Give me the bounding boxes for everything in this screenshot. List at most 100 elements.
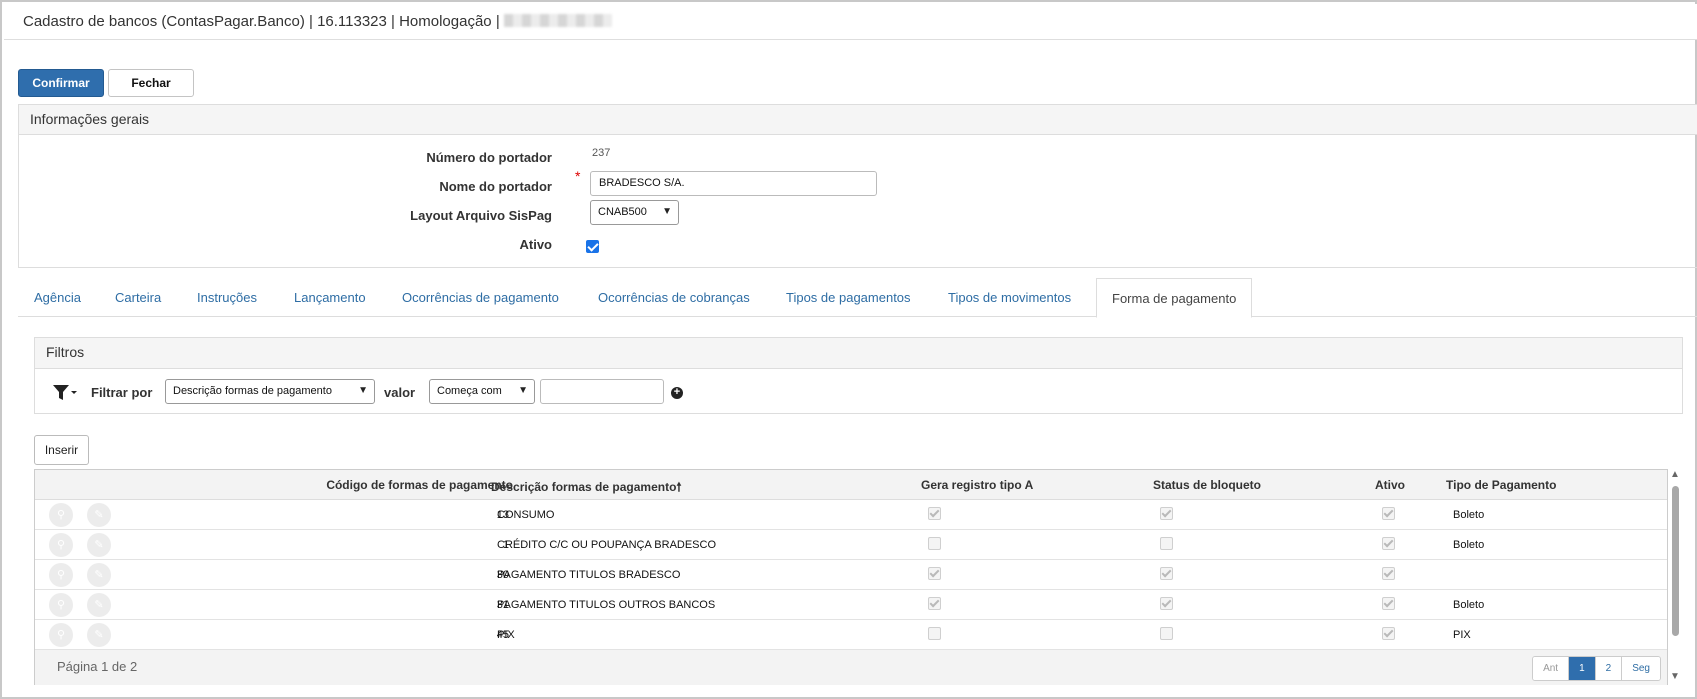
cell-description: CONSUMO [497,509,555,521]
app-window: Cadastro de bancos (ContasPagar.Banco) |… [0,0,1697,699]
payment-forms-grid: Código de formas de pagamento Descrição … [34,469,1668,685]
pagination: Ant 1 2 Seg [1532,656,1661,681]
layout-label: Layout Arquivo SisPag [410,208,552,223]
scroll-down-icon[interactable]: ▼ [1670,671,1680,682]
edit-icon[interactable]: ✎ [87,593,111,617]
cell-ativo-checkbox [1382,627,1395,640]
col-ativo-header[interactable]: Ativo [1375,478,1405,492]
scroll-up-icon[interactable]: ▲ [1670,469,1680,480]
value-label: valor [384,385,416,400]
table-row[interactable]: ⚲ ✎ 13 CONSUMO Boleto [35,500,1667,530]
portador-name-label: Nome do portador [439,179,552,194]
pager-page-1[interactable]: 1 [1569,657,1596,680]
cell-gera-registro-checkbox [928,627,941,640]
tab-bar: Agência Carteira Instruções Lançamento O… [18,278,1697,318]
tab-carteira[interactable]: Carteira [115,278,161,317]
chevron-down-icon: ▼ [662,206,672,217]
chevron-down-icon: ▼ [358,385,368,396]
general-info-heading: Informações gerais [19,105,1697,135]
cell-gera-registro-checkbox [928,597,941,610]
view-icon[interactable]: ⚲ [49,623,73,647]
table-row[interactable]: ⚲ ✎ 45 PIX PIX [35,620,1667,650]
grid-scrollbar[interactable]: ▲ ▼ [1668,469,1682,685]
cell-description: PAGAMENTO TITULOS OUTROS BANCOS [497,599,716,611]
col-code-header[interactable]: Código de formas de pagamento [326,478,513,492]
cell-ativo-checkbox [1382,507,1395,520]
filter-icon[interactable] [52,384,78,401]
tab-agencia[interactable]: Agência [34,278,81,317]
confirm-button[interactable]: Confirmar [18,69,104,97]
edit-icon[interactable]: ✎ [87,563,111,587]
view-icon[interactable]: ⚲ [49,563,73,587]
tab-forma-pagamento[interactable]: Forma de pagamento [1096,278,1253,318]
grid-header: Código de formas de pagamento Descrição … [35,470,1667,500]
table-row[interactable]: ⚲ ✎ 31 PAGAMENTO TITULOS OUTROS BANCOS B… [35,590,1667,620]
edit-icon[interactable]: ✎ [87,533,111,557]
layout-select-value: CNAB500 [598,206,647,218]
filter-row: Filtrar por Descrição formas de pagament… [35,369,1682,415]
col-tipo-pagamento-header[interactable]: Tipo de Pagamento [1446,478,1556,492]
cell-tipo-pagamento: Boleto [1453,539,1485,551]
filter-field-select[interactable]: Descrição formas de pagamento ▼ [165,379,375,404]
cell-tipo-pagamento: Boleto [1453,509,1485,521]
filters-heading: Filtros [35,338,1682,369]
cell-status-bloqueto-checkbox [1160,597,1173,610]
add-filter-icon[interactable]: + [671,387,683,399]
pager-next[interactable]: Seg [1622,657,1660,680]
sort-asc-icon: 🠕 [676,480,682,494]
table-row[interactable]: ⚲ ✎ 30 PAGAMENTO TITULOS BRADESCO [35,560,1667,590]
cell-ativo-checkbox [1382,537,1395,550]
filter-operator-value: Começa com [437,385,502,397]
insert-button[interactable]: Inserir [34,435,89,465]
active-label: Ativo [519,237,553,252]
close-button[interactable]: Fechar [108,69,194,97]
chevron-down-icon: ▼ [518,385,528,396]
cell-gera-registro-checkbox [928,567,941,580]
filters-panel: Filtros Filtrar por Descrição formas de … [34,337,1683,414]
view-icon[interactable]: ⚲ [49,533,73,557]
view-icon[interactable]: ⚲ [49,503,73,527]
cell-status-bloqueto-checkbox [1160,627,1173,640]
portador-name-input[interactable]: BRADESCO S/A. [590,171,877,196]
view-icon[interactable]: ⚲ [49,593,73,617]
active-checkbox[interactable] [586,240,599,253]
redacted-environment [503,14,612,27]
required-indicator: * [575,168,581,184]
filter-operator-select[interactable]: Começa com ▼ [429,379,535,404]
edit-icon[interactable]: ✎ [87,503,111,527]
scroll-thumb[interactable] [1672,486,1679,636]
cell-tipo-pagamento: PIX [1453,629,1471,641]
col-description-label: Descrição formas de pagamento [491,480,677,494]
cell-ativo-checkbox [1382,597,1395,610]
filter-field-value: Descrição formas de pagamento [173,385,332,397]
table-row[interactable]: ⚲ ✎ 1 CRÉDITO C/C OU POUPANÇA BRADESCO B… [35,530,1667,560]
cell-status-bloqueto-checkbox [1160,537,1173,550]
pager-page-2[interactable]: 2 [1595,657,1623,680]
cell-gera-registro-checkbox [928,537,941,550]
filter-value-input[interactable] [540,379,664,404]
filter-by-label: Filtrar por [91,385,153,400]
cell-description: PAGAMENTO TITULOS BRADESCO [497,569,681,581]
portador-number-value: 237 [592,147,611,159]
title-bar: Cadastro de bancos (ContasPagar.Banco) |… [4,4,1697,40]
edit-icon[interactable]: ✎ [87,623,111,647]
tab-ocorrencias-pagamento[interactable]: Ocorrências de pagamento [402,278,559,317]
cell-status-bloqueto-checkbox [1160,507,1173,520]
col-gera-registro-header[interactable]: Gera registro tipo A [921,478,1033,492]
cell-description: CRÉDITO C/C OU POUPANÇA BRADESCO [497,539,717,551]
tab-lancamento[interactable]: Lançamento [294,278,366,317]
col-status-bloqueto-header[interactable]: Status de bloqueto [1153,478,1261,492]
window-title: Cadastro de bancos (ContasPagar.Banco) |… [23,13,612,30]
tab-instrucoes[interactable]: Instruções [197,278,257,317]
page-info: Página 1 de 2 [57,659,138,674]
tab-ocorrencias-cobrancas[interactable]: Ocorrências de cobranças [598,278,750,317]
cell-ativo-checkbox [1382,567,1395,580]
portador-number-label: Número do portador [426,150,552,165]
cell-tipo-pagamento: Boleto [1453,599,1485,611]
layout-select[interactable]: CNAB500 ▼ [590,200,679,225]
col-description-header[interactable]: Descrição formas de pagamento🠕 [491,478,682,499]
tab-tipos-movimentos[interactable]: Tipos de movimentos [948,278,1071,317]
tab-tipos-pagamentos[interactable]: Tipos de pagamentos [786,278,911,317]
pager-prev[interactable]: Ant [1533,657,1570,680]
cell-status-bloqueto-checkbox [1160,567,1173,580]
